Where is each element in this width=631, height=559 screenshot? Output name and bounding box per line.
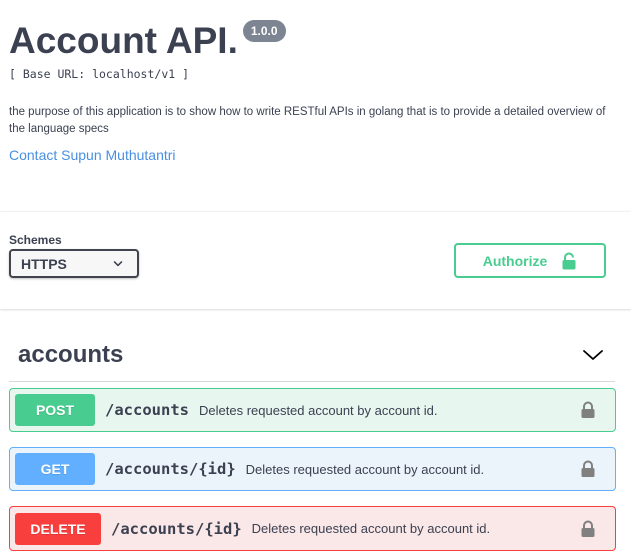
operation-post-accounts[interactable]: POST /accounts Deletes requested account… bbox=[9, 388, 616, 432]
lock-icon[interactable] bbox=[578, 519, 598, 539]
api-info: Account API. 1.0.0 [ Base URL: localhost… bbox=[9, 18, 624, 163]
lock-icon bbox=[562, 252, 576, 269]
method-badge-post: POST bbox=[15, 394, 95, 426]
operation-summary: Deletes requested account by account id. bbox=[245, 461, 485, 477]
operation-path: /accounts/{id} bbox=[105, 460, 236, 478]
chevron-down-icon bbox=[113, 260, 123, 266]
tag-section-accounts: accounts bbox=[9, 328, 615, 382]
lock-icon[interactable] bbox=[578, 459, 598, 479]
scheme-container: Schemes HTTPS Authorize bbox=[0, 211, 631, 309]
tag-name: accounts bbox=[18, 340, 124, 368]
operation-get-account[interactable]: GET /accounts/{id} Deletes requested acc… bbox=[9, 447, 616, 491]
operation-summary: Deletes requested account by account id. bbox=[199, 402, 438, 418]
operation-path: /accounts bbox=[105, 401, 189, 419]
method-badge-delete: DELETE bbox=[15, 512, 101, 545]
contact-link[interactable]: Contact Supun Muthutantri bbox=[9, 147, 624, 163]
operation-delete-account[interactable]: DELETE /accounts/{id} Deletes requested … bbox=[9, 506, 616, 551]
api-description: the purpose of this application is to sh… bbox=[9, 106, 606, 135]
base-url: [ Base URL: localhost/v1 ] bbox=[9, 67, 190, 81]
lock-icon[interactable] bbox=[578, 400, 598, 420]
schemes-selected-value: HTTPS bbox=[21, 255, 67, 272]
version-badge: 1.0.0 bbox=[242, 20, 286, 42]
method-badge-get: GET bbox=[15, 453, 95, 485]
title-row: Account API. 1.0.0 bbox=[9, 18, 624, 64]
chevron-down-icon[interactable] bbox=[582, 344, 604, 366]
schemes-label: Schemes bbox=[9, 233, 62, 247]
operation-summary: Deletes requested account by account id. bbox=[251, 521, 491, 536]
tag-header[interactable]: accounts bbox=[9, 328, 615, 382]
operation-path: /accounts/{id} bbox=[111, 519, 242, 538]
schemes-select[interactable]: HTTPS bbox=[9, 249, 139, 278]
authorize-button[interactable]: Authorize bbox=[454, 243, 606, 278]
page-title: Account API. bbox=[9, 20, 238, 61]
authorize-label: Authorize bbox=[482, 252, 548, 269]
